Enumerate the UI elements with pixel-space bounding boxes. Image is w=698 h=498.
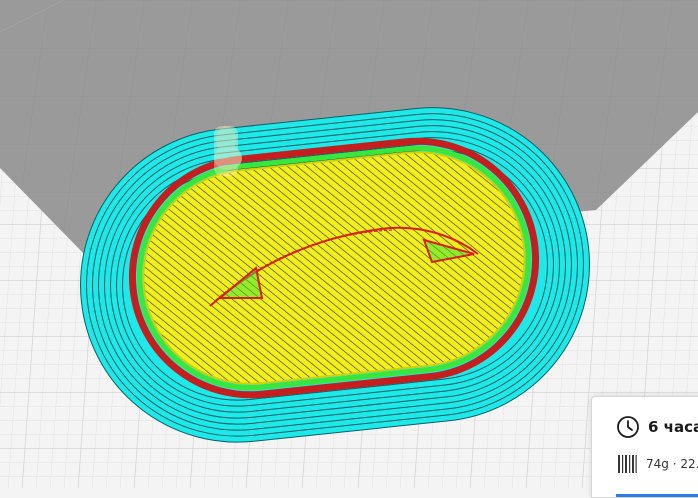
print-time-text: 6 часа bbox=[648, 418, 698, 436]
print-time-row: 6 часа bbox=[616, 415, 698, 439]
clock-icon bbox=[617, 416, 639, 438]
panel-accent-bar bbox=[616, 494, 698, 497]
material-usage-row: 74g · 22. bbox=[616, 453, 698, 475]
nozzle-ghost bbox=[214, 126, 242, 176]
print-information-panel[interactable]: 6 часа 74g · 22. bbox=[591, 396, 698, 498]
spool-icon bbox=[618, 455, 637, 473]
material-usage-text: 74g · 22. bbox=[646, 457, 698, 471]
